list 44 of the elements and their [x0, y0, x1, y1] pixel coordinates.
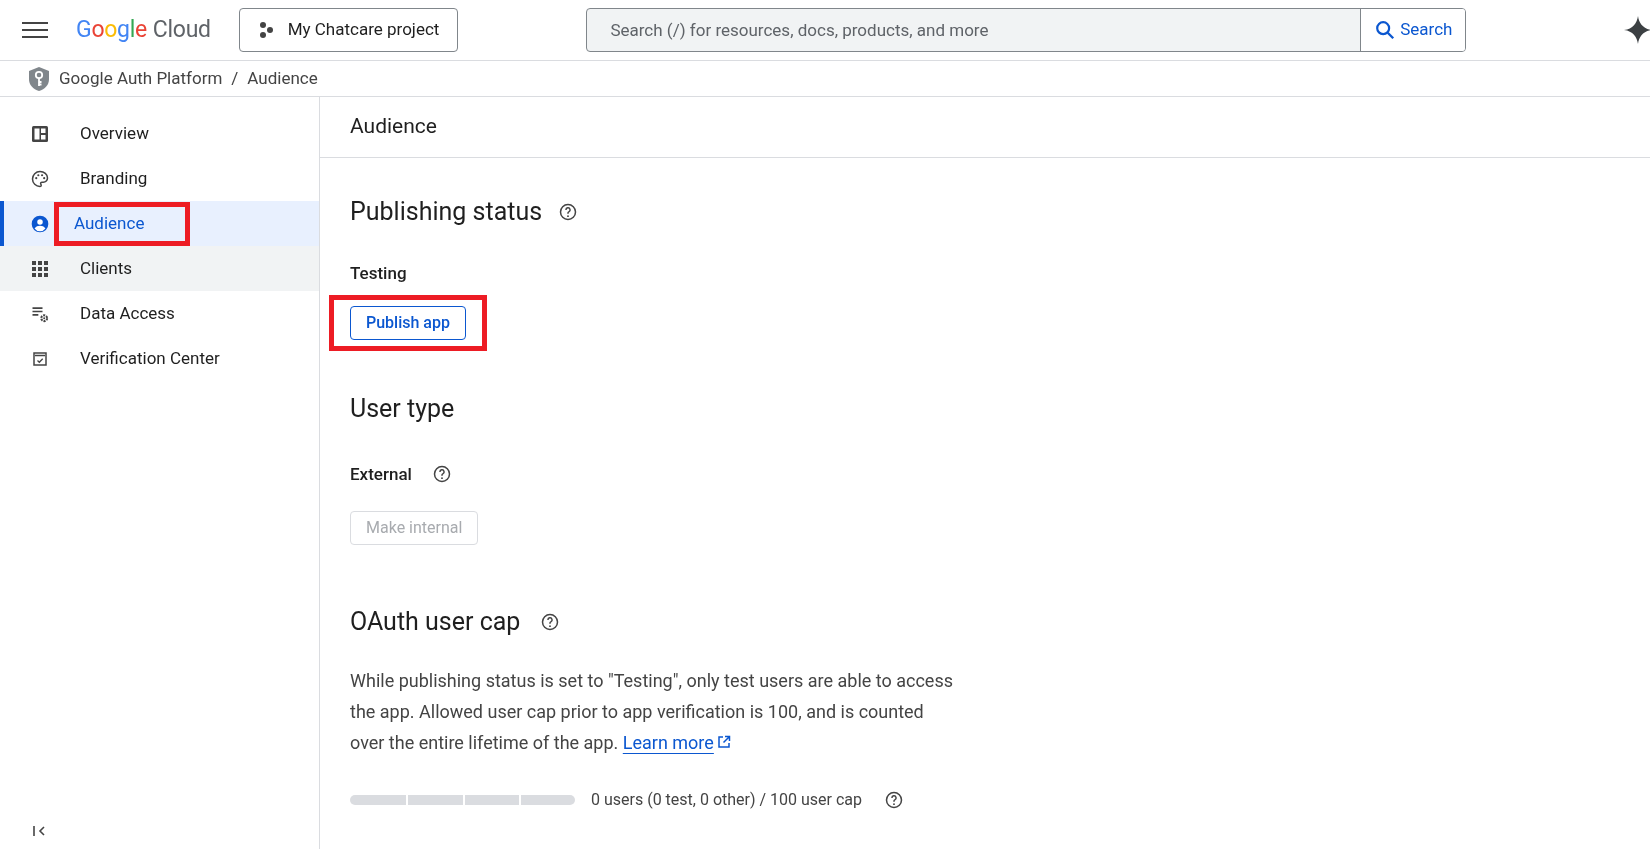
external-link-icon [716, 735, 731, 749]
collapse-icon[interactable] [32, 823, 48, 839]
section-heading: Publishing status [350, 196, 543, 228]
breadcrumb-current: Audience [247, 66, 318, 90]
page-title: Audience [350, 113, 437, 141]
learn-more-link[interactable]: Learn more [622, 726, 731, 758]
nav-item[interactable]: Verification Center [0, 336, 319, 381]
search-icon [1374, 19, 1397, 41]
shield-key-icon [28, 65, 50, 92]
breadcrumb-link[interactable]: Google Auth Platform [59, 65, 223, 92]
nav-label: Overview [80, 121, 149, 145]
user-type-label: External [350, 462, 412, 486]
person-circle-icon [30, 213, 50, 234]
status-label: Testing [350, 261, 408, 285]
help-icon[interactable] [431, 464, 452, 485]
description-text: While publishing status is set to "Testing", only test users are able to access the app. Allowed user cap prior to app verification is 100, and is counted over the entire lifetime of the app. Learn more [350, 664, 960, 758]
breadcrumb-separator: / [231, 66, 239, 90]
project-picker[interactable]: My Chatcare project [238, 8, 459, 52]
nav-item[interactable]: Overview [0, 111, 319, 156]
palette-icon [30, 168, 50, 189]
nav-label: Data Access [80, 301, 175, 325]
nav-label: Clients [80, 256, 133, 280]
usage-reading: 0 users (0 test, 0 other) / 100 user cap [591, 788, 863, 811]
nav-label: Verification Center [80, 346, 220, 370]
nav-label: Branding [80, 166, 148, 190]
action-button[interactable]: Publish app [350, 306, 466, 340]
nav-label: Audience [74, 211, 145, 235]
menu-icon[interactable] [22, 22, 48, 38]
hexagons-icon [257, 21, 276, 39]
nav-item[interactable]: Clients [0, 246, 319, 291]
section-heading: OAuth user cap [350, 606, 521, 638]
nav-item[interactable]: Audience [0, 201, 319, 246]
product-logo[interactable]: Google Cloud [76, 12, 211, 48]
search-button[interactable]: Search [1360, 9, 1466, 51]
help-icon[interactable] [884, 789, 905, 810]
help-icon[interactable] [558, 201, 579, 222]
help-icon[interactable] [540, 611, 561, 632]
grid-icon [31, 259, 49, 278]
nav-item[interactable]: Branding [0, 156, 319, 201]
section-heading: User type [350, 393, 456, 425]
dashboard-icon [31, 124, 49, 143]
checkbox-icon [32, 350, 48, 367]
search-field[interactable]: Search (/) for resources, docs, products, and more Search [586, 8, 1467, 52]
nav-item[interactable]: Data Access [0, 291, 319, 336]
